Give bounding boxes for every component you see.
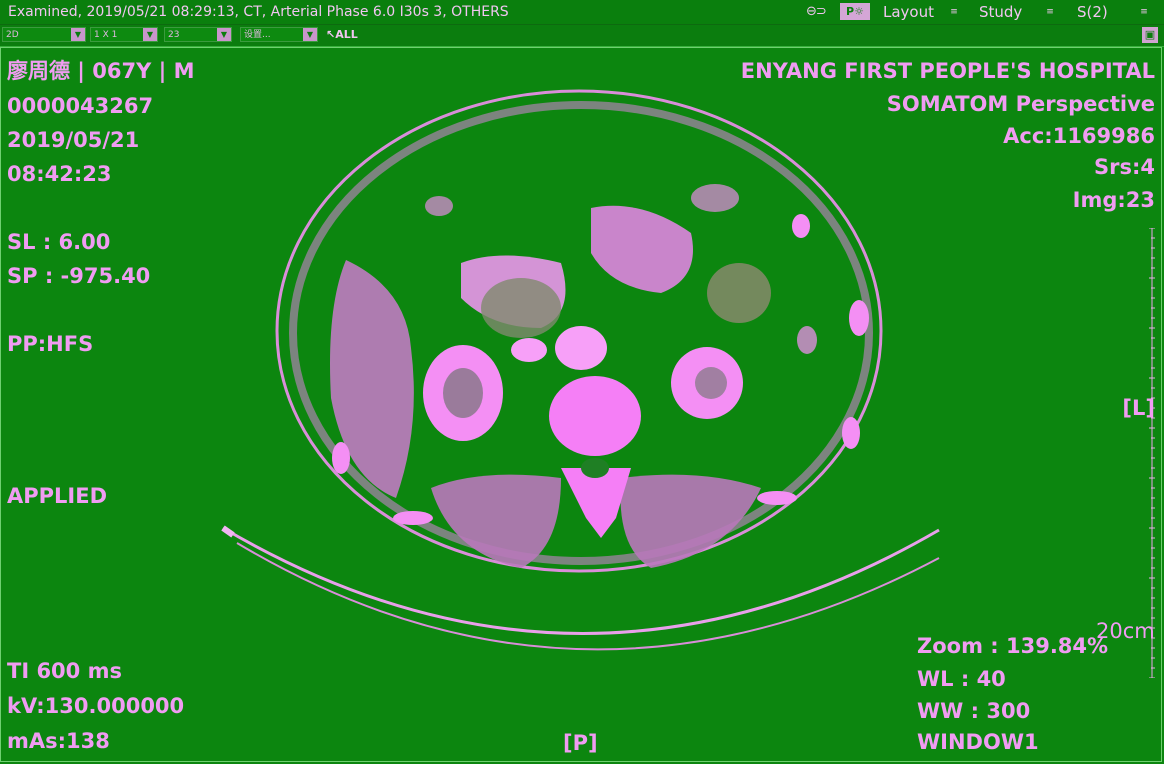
colon (797, 326, 817, 354)
bowel-gas-2 (691, 184, 739, 212)
accession-number: Acc:1169986 (1003, 124, 1155, 148)
preset-select[interactable]: 设置... ▼ (240, 27, 318, 42)
left-back-muscle (431, 474, 561, 568)
mode-select[interactable]: 2D ▼ (2, 27, 86, 42)
table-edge (221, 525, 235, 538)
chevron-down-icon[interactable]: ▼ (143, 28, 157, 41)
layout-caret-icon[interactable]: ≡ (948, 6, 960, 18)
image-viewport[interactable]: 廖周德 | 067Y | M 0000043267 2019/05/21 08:… (0, 47, 1162, 762)
mas-value: mAs:138 (7, 729, 110, 753)
duodenum (481, 278, 561, 338)
ti-value: TI 600 ms (7, 659, 122, 683)
patient-position: PP:HFS (7, 332, 94, 356)
image-number: Img:23 (1072, 188, 1155, 212)
orientation-left: [L] (1122, 396, 1155, 420)
window-title: Examined, 2019/05/21 08:29:13, CT, Arter… (8, 4, 509, 20)
rib-anterior (792, 214, 810, 238)
rib-left-lower (842, 417, 860, 449)
window-level: WL : 40 (917, 667, 1006, 691)
patient-icon[interactable]: P☼ (840, 3, 870, 20)
patient-age: 067Y (92, 59, 152, 83)
bowel-gas-1 (425, 196, 453, 216)
right-renal-pelvis (443, 368, 483, 418)
rib-left (849, 300, 869, 336)
rib-posterior-left (757, 491, 797, 505)
ivc (511, 338, 547, 362)
chevron-down-icon[interactable]: ▼ (303, 28, 317, 41)
grid-select[interactable]: 1 X 1 ▼ (90, 27, 158, 42)
title-bar: Examined, 2019/05/21 08:29:13, CT, Arter… (0, 0, 1164, 25)
chevron-down-icon[interactable]: ▼ (217, 28, 231, 41)
hospital-name: ENYANG FIRST PEOPLE'S HOSPITAL (740, 59, 1155, 83)
rib-right-lower (332, 442, 350, 474)
table-line-upper (222, 526, 940, 635)
series-number: Srs:4 (1094, 155, 1155, 179)
spinous-process (561, 468, 631, 538)
patient-id: 0000043267 (7, 94, 154, 118)
study-date: 2019/05/21 (7, 128, 140, 152)
toolbar: 2D ▼ 1 X 1 ▼ 23 ▼ 设置... ▼ ↖ALL ▣ (0, 25, 1164, 47)
patient-info-line: 廖周德 | 067Y | M (7, 59, 195, 83)
ct-anatomy (221, 89, 940, 651)
study-caret-icon[interactable]: ≡ (1044, 6, 1056, 18)
study-time: 08:42:23 (7, 162, 112, 186)
layout-menu[interactable]: Layout (883, 0, 934, 24)
applied-label: APPLIED (7, 484, 108, 508)
chevron-down-icon[interactable]: ▼ (71, 28, 85, 41)
orientation-posterior: [P] (563, 731, 598, 755)
window-preset: WINDOW1 (917, 730, 1039, 754)
stomach (591, 205, 693, 293)
spinal-canal (581, 458, 609, 478)
series-menu[interactable]: S(2) (1077, 0, 1108, 24)
window-width: WW : 300 (917, 699, 1031, 723)
left-renal-pelvis (695, 367, 727, 399)
series-caret-icon[interactable]: ≡ (1138, 6, 1150, 18)
all-button[interactable]: ↖ALL (326, 27, 358, 43)
patient-name: 廖周德 (7, 59, 70, 83)
slice-position: SP : -975.40 (7, 264, 151, 288)
link-icon[interactable]: ⊖⊃ (806, 0, 827, 24)
pointer-icon: ↖ (326, 28, 336, 41)
scanner-model: SOMATOM Perspective (886, 92, 1155, 116)
scale-ruler (1149, 228, 1155, 678)
aorta (555, 326, 607, 370)
image-select[interactable]: 23 ▼ (164, 27, 232, 42)
vertebral-body (549, 376, 641, 456)
patient-sex: M (173, 59, 195, 83)
zoom-level: Zoom : 139.84% (917, 634, 1109, 658)
study-menu[interactable]: Study (979, 0, 1022, 24)
toolbox-icon[interactable]: ▣ (1142, 27, 1158, 43)
slice-thickness: SL : 6.00 (7, 230, 111, 254)
kv-value: kV:130.000000 (7, 694, 185, 718)
bowel-loop (707, 263, 771, 323)
rib-posterior-right (393, 511, 433, 525)
